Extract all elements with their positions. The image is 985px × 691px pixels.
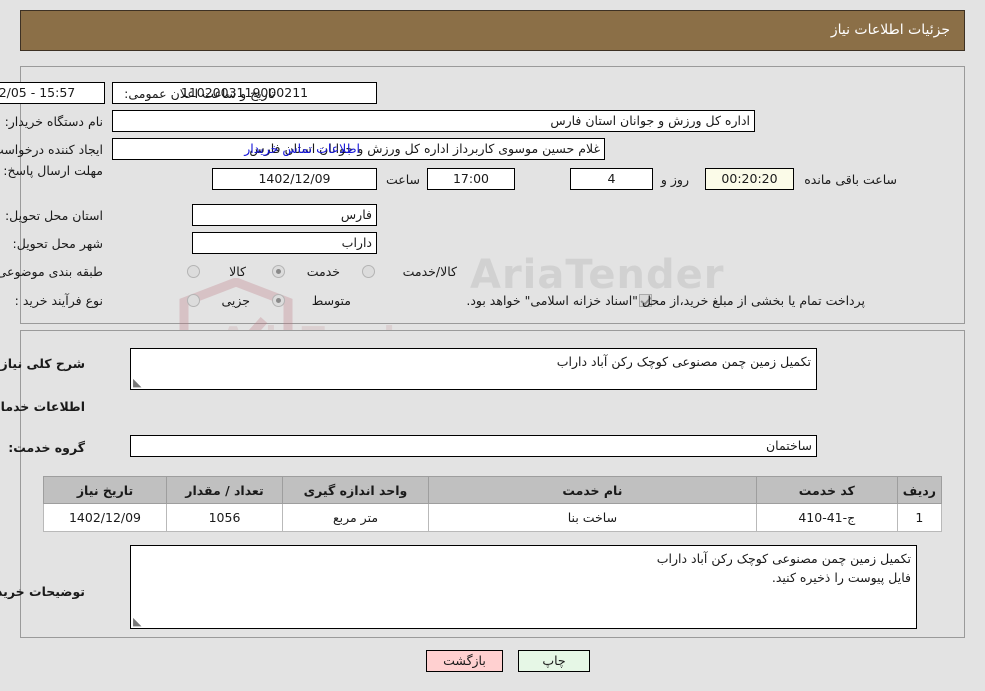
remaining-time-value[interactable]: 00:20:20 xyxy=(705,168,794,190)
cell-date: 1402/12/09 xyxy=(43,503,167,532)
need-summary-panel xyxy=(20,66,965,324)
radio-process-motavaset-label: متوسط xyxy=(311,293,351,308)
radio-process-jozi[interactable] xyxy=(187,294,200,307)
delivery-city-value[interactable]: داراب xyxy=(192,232,377,254)
radio-category-khedmat-label: خدمت xyxy=(306,264,340,279)
remaining-days-value[interactable]: 4 xyxy=(570,168,653,190)
buyer-org-value[interactable]: اداره کل ورزش و جوانان استان فارس xyxy=(112,110,755,132)
buyer-contact-link[interactable]: اطلاعات تماس خریدار xyxy=(244,141,360,156)
page-title: جزئیات اطلاعات نیاز xyxy=(830,22,950,38)
page-root: جزئیات اطلاعات نیاز AriaTender AriaTende… xyxy=(0,0,985,691)
back-button[interactable]: بازگشت xyxy=(426,650,503,672)
request-creator-label: ایجاد کننده درخواست: xyxy=(0,142,103,157)
announce-datetime-value[interactable]: 15:57 - 1402/12/05 xyxy=(0,82,105,104)
deadline-hour-label: ساعت xyxy=(385,172,420,187)
buyer-notes-label: توضیحات خریدار: xyxy=(0,584,85,599)
services-info-heading: اطلاعات خدمات مورد نیاز xyxy=(0,399,85,414)
deadline-hour-value[interactable]: 17:00 xyxy=(427,168,515,190)
general-description-textarea[interactable]: تکمیل زمین چمن مصنوعی کوچک رکن آباد دارا… xyxy=(130,348,817,390)
table-row: 1 ج-41-410 ساخت بنا متر مربع 1056 1402/1… xyxy=(43,503,943,532)
buyer-notes-line-2: فایل پیوست را ذخیره کنید. xyxy=(771,570,911,585)
service-group-value[interactable]: ساختمان xyxy=(130,435,817,457)
islamic-treasury-text: پرداخت تمام یا بخشی از مبلغ خرید،از محل … xyxy=(466,293,865,308)
delivery-province-value[interactable]: فارس xyxy=(192,204,377,226)
th-date: تاریخ نیاز xyxy=(43,476,167,504)
resize-grip-icon[interactable]: ◢ xyxy=(133,376,143,389)
resize-grip-icon[interactable]: ◢ xyxy=(133,615,143,628)
cell-qty: 1056 xyxy=(166,503,283,532)
th-row: ردیف xyxy=(896,476,943,504)
delivery-city-label: شهر محل تحویل: xyxy=(12,236,103,251)
service-group-label: گروه خدمت: xyxy=(8,440,85,455)
general-description-label: شرح کلی نیاز: xyxy=(0,356,85,371)
announce-datetime-label: تاریخ و ساعت اعلان عمومی: xyxy=(124,86,275,101)
purchase-process-label: نوع فرآیند خرید : xyxy=(14,293,103,308)
cell-name: ساخت بنا xyxy=(428,503,757,532)
radio-process-motavaset[interactable] xyxy=(272,294,285,307)
radio-category-khedmat[interactable] xyxy=(272,265,285,278)
cell-row: 1 xyxy=(896,503,943,532)
cell-unit: متر مربع xyxy=(282,503,429,532)
remaining-days-label: روز و xyxy=(660,172,689,187)
th-unit: واحد اندازه گیری xyxy=(282,476,429,504)
subject-category-label: طبقه بندی موضوعی: xyxy=(0,264,103,279)
print-button[interactable]: چاپ xyxy=(518,650,590,672)
radio-category-kala-khedmat-label: کالا/خدمت xyxy=(402,264,457,279)
th-code: کد خدمت xyxy=(755,476,898,504)
remaining-time-label: ساعت باقی مانده xyxy=(804,172,897,187)
buyer-notes-textarea[interactable]: تکمیل زمین چمن مصنوعی کوچک رکن آباد دارا… xyxy=(130,545,917,629)
buyer-org-label: نام دستگاه خریدار: xyxy=(4,114,103,129)
th-qty: تعداد / مقدار xyxy=(166,476,283,504)
page-header-bar: جزئیات اطلاعات نیاز xyxy=(20,10,965,51)
services-table: ردیف کد خدمت نام خدمت واحد اندازه گیری ت… xyxy=(43,476,943,532)
radio-category-kala-khedmat[interactable] xyxy=(362,265,375,278)
general-description-value: تکمیل زمین چمن مصنوعی کوچک رکن آباد دارا… xyxy=(556,354,811,369)
cell-code: ج-41-410 xyxy=(755,503,898,532)
buyer-notes-line-1: تکمیل زمین چمن مصنوعی کوچک رکن آباد دارا… xyxy=(656,551,911,566)
table-header-row: ردیف کد خدمت نام خدمت واحد اندازه گیری ت… xyxy=(43,476,943,504)
response-deadline-label: مهلت ارسال پاسخ: تا تاریخ: xyxy=(0,163,103,178)
deadline-date-value[interactable]: 1402/12/09 xyxy=(212,168,377,190)
radio-category-kala[interactable] xyxy=(187,265,200,278)
radio-category-kala-label: کالا xyxy=(229,264,246,279)
th-name: نام خدمت xyxy=(428,476,757,504)
radio-process-jozi-label: جزیی xyxy=(221,293,250,308)
delivery-province-label: استان محل تحویل: xyxy=(4,208,103,223)
